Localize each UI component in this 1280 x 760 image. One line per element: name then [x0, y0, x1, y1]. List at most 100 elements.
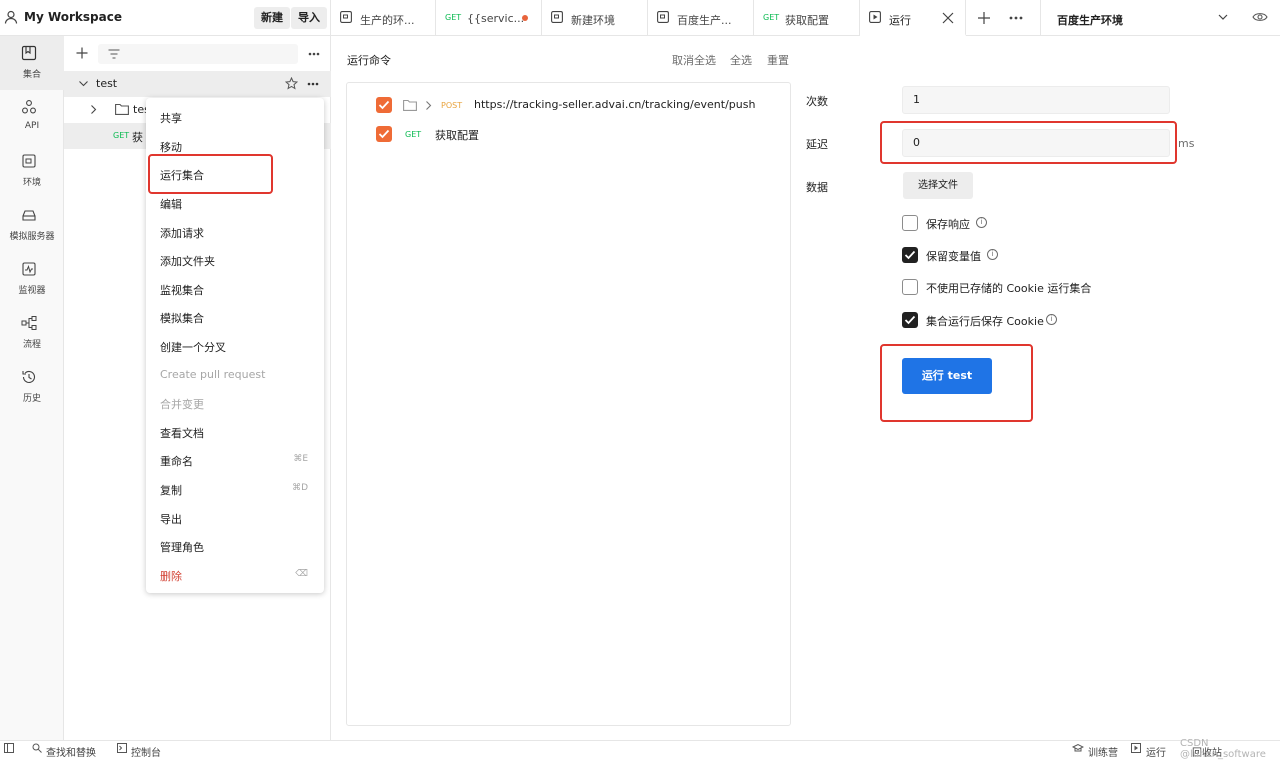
select-file-button[interactable]: 选择文件	[903, 172, 973, 199]
folder-icon	[403, 99, 417, 111]
menu-item-pull-request: Create pull request	[160, 368, 266, 381]
environment-icon	[551, 11, 563, 23]
star-icon[interactable]	[285, 77, 298, 90]
menu-item-add-request[interactable]: 添加请求	[146, 218, 324, 246]
rail-item-flows[interactable]: 流程	[0, 306, 64, 360]
check-icon	[378, 129, 390, 139]
sidebar-toggle-icon[interactable]	[4, 743, 14, 753]
find-replace-link[interactable]: 查找和替换	[46, 744, 96, 759]
tab-new-env[interactable]: 新建环境	[542, 0, 648, 36]
save-cookies-checkbox[interactable]	[902, 312, 918, 328]
top-bar: My Workspace 新建 导入 生产的环... GET {{servic.…	[0, 0, 1280, 36]
menu-item-manage-roles[interactable]: 管理角色	[146, 532, 324, 560]
tab-prod-env[interactable]: 生产的环...	[331, 0, 436, 36]
more-tabs-icon[interactable]	[1009, 16, 1023, 20]
check-icon	[904, 250, 916, 260]
folder-icon	[115, 103, 129, 115]
check-icon	[904, 315, 916, 325]
rail-item-history[interactable]: 历史	[0, 360, 64, 414]
keep-variables-checkbox[interactable]	[902, 247, 918, 263]
status-bar: 查找和替换 控制台 训练营 运行 回收站	[0, 740, 1280, 759]
sidebar-search-input[interactable]	[98, 44, 298, 64]
menu-item-delete[interactable]: 删除 ⌫	[146, 561, 324, 589]
menu-item-mock[interactable]: 模拟集合	[146, 303, 324, 331]
reset-link[interactable]: 重置	[767, 52, 789, 68]
add-tab-icon[interactable]	[977, 11, 991, 25]
chevron-right-icon[interactable]	[426, 101, 432, 110]
menu-item-share[interactable]: 共享	[146, 103, 324, 131]
info-icon[interactable]: i	[987, 249, 998, 260]
request-method: GET	[405, 130, 422, 139]
no-stored-cookies-checkbox[interactable]	[902, 279, 918, 295]
workspace-title[interactable]: My Workspace	[24, 10, 122, 24]
data-label: 数据	[806, 181, 828, 194]
flow-icon	[21, 315, 37, 331]
close-icon[interactable]	[942, 12, 954, 24]
menu-item-duplicate[interactable]: 复制 ⌘D	[146, 475, 324, 503]
menu-item-merge: 合并变更	[160, 398, 204, 411]
menu-item-fork[interactable]: 创建一个分叉	[146, 332, 324, 360]
tab-get-config[interactable]: GET 获取配置	[754, 0, 860, 36]
rail-item-api[interactable]: API	[0, 90, 64, 144]
console-icon	[117, 743, 127, 753]
more-icon[interactable]	[308, 52, 320, 56]
watermark: CSDN @luhen_software	[1180, 738, 1266, 760]
api-icon	[21, 99, 37, 115]
monitor-icon	[21, 261, 37, 277]
info-icon[interactable]: i	[976, 217, 987, 228]
runner-title: 运行命令	[347, 54, 391, 67]
iterations-input[interactable]: 1	[902, 86, 1170, 114]
request-name: 获	[132, 131, 143, 144]
request-checkbox[interactable]	[376, 126, 392, 142]
collection-row-test[interactable]: test	[64, 71, 331, 97]
info-icon[interactable]: i	[1046, 314, 1057, 325]
menu-item-monitor[interactable]: 监视集合	[146, 275, 324, 303]
environment-icon	[657, 11, 669, 23]
bootcamp-icon	[1072, 743, 1084, 753]
unsaved-dot	[522, 15, 528, 21]
eye-icon[interactable]	[1252, 11, 1268, 23]
environment-selector[interactable]: 百度生产环境	[1040, 0, 1280, 36]
request-list: POST https://tracking-seller.advai.cn/tr…	[346, 82, 791, 726]
rail-item-environments[interactable]: 环境	[0, 144, 64, 198]
chevron-down-icon	[1218, 14, 1228, 20]
menu-item-add-folder[interactable]: 添加文件夹	[146, 246, 324, 274]
menu-item-export[interactable]: 导出	[146, 504, 324, 532]
console-link[interactable]: 控制台	[131, 744, 161, 759]
tab-service-request[interactable]: GET {{servic...	[436, 0, 542, 36]
environment-icon	[21, 153, 37, 169]
user-icon	[4, 10, 18, 24]
plus-icon[interactable]	[76, 47, 88, 59]
no-stored-cookies-label: 不使用已存储的 Cookie 运行集合	[926, 282, 1092, 295]
request-checkbox[interactable]	[376, 97, 392, 113]
filter-icon	[108, 49, 120, 59]
collection-more-icon[interactable]	[307, 82, 319, 86]
save-responses-checkbox[interactable]	[902, 215, 918, 231]
select-all-link[interactable]: 全选	[730, 52, 752, 68]
rail-item-collections[interactable]: 集合	[0, 36, 64, 90]
play-icon	[869, 11, 881, 23]
menu-item-rename[interactable]: 重命名 ⌘E	[146, 446, 324, 474]
search-icon	[32, 743, 42, 753]
deselect-all-link[interactable]: 取消全选	[672, 52, 716, 68]
collections-icon	[21, 45, 37, 61]
delay-unit: ms	[1178, 137, 1195, 150]
server-icon	[21, 207, 37, 223]
save-cookies-label: 集合运行后保存 Cookie	[926, 315, 1044, 328]
collection-name: test	[96, 77, 118, 90]
environment-icon	[340, 11, 352, 23]
check-icon	[378, 100, 390, 110]
tab-runner[interactable]: 运行	[860, 0, 966, 36]
rail-item-monitors[interactable]: 监视器	[0, 252, 64, 306]
runner-link[interactable]: 运行	[1146, 744, 1166, 759]
new-button[interactable]: 新建	[254, 7, 290, 29]
bootcamp-link[interactable]: 训练营	[1088, 744, 1118, 759]
delay-label: 延迟	[806, 138, 828, 151]
menu-item-view-docs[interactable]: 查看文档	[146, 418, 324, 446]
tab-baidu-env[interactable]: 百度生产...	[648, 0, 754, 36]
import-button[interactable]: 导入	[291, 7, 327, 29]
iterations-label: 次数	[806, 95, 828, 108]
request-name: 获取配置	[435, 129, 479, 142]
rail-item-mock-servers[interactable]: 模拟服务器	[0, 198, 64, 252]
highlight-delay	[880, 121, 1177, 164]
